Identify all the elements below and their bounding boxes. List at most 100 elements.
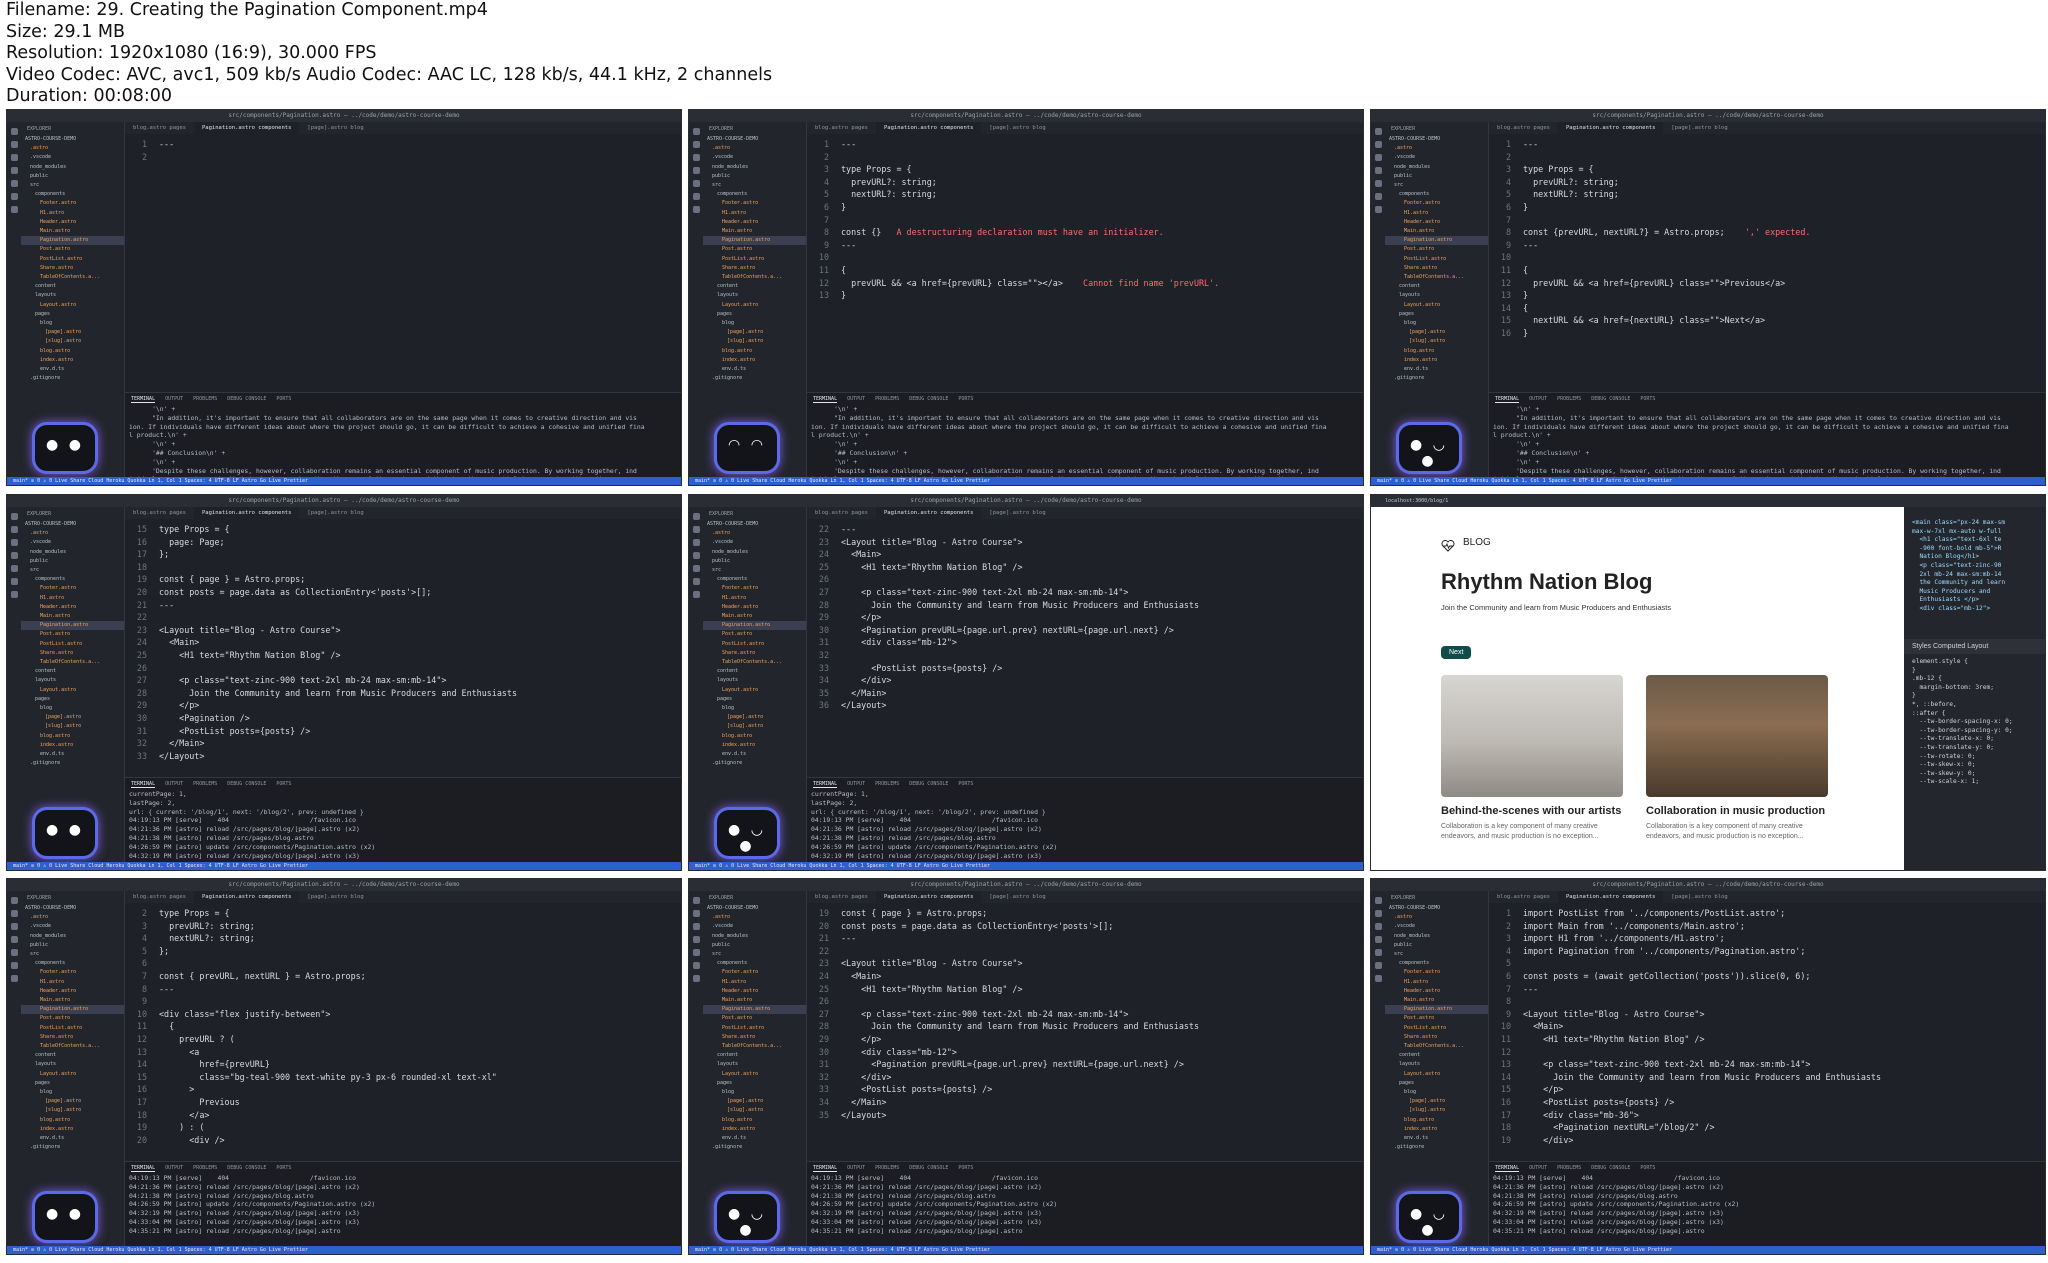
panel-tab[interactable]: OUTPUT [165, 396, 183, 402]
explorer-item[interactable]: Main.astro [1385, 996, 1488, 1005]
explorer-item[interactable]: TableOfContents.a... [21, 273, 124, 282]
code-line[interactable]: 18 [125, 561, 681, 574]
explorer-item[interactable]: ASTRO-COURSE-DEMO [1385, 135, 1488, 144]
panel-tab[interactable]: DEBUG CONSOLE [227, 396, 266, 402]
explorer-item[interactable]: Layout.astro [703, 1070, 806, 1079]
code-line[interactable]: 13} [807, 289, 1363, 302]
explorer-item[interactable]: src [1385, 950, 1488, 959]
code-line[interactable]: 31 <PostList posts={posts} /> [125, 725, 681, 738]
search-icon[interactable] [1374, 910, 1382, 917]
panel-tab[interactable]: PORTS [958, 781, 973, 787]
panel-tab[interactable]: PROBLEMS [875, 781, 899, 787]
code-line[interactable]: 17 Previous [125, 1096, 681, 1109]
explorer-item[interactable]: [slug].astro [1385, 337, 1488, 346]
testing-icon[interactable] [10, 975, 18, 982]
explorer-item[interactable]: Post.astro [21, 630, 124, 639]
remote-icon[interactable] [692, 193, 700, 200]
explorer-item[interactable]: index.astro [703, 1125, 806, 1134]
code-line[interactable]: 6} [807, 201, 1363, 214]
panel-tab[interactable]: OUTPUT [847, 396, 865, 402]
explorer-item[interactable]: Layout.astro [703, 301, 806, 310]
explorer-item[interactable]: pages [21, 1079, 124, 1088]
code-line[interactable]: 2 [1489, 151, 2045, 164]
explorer-item[interactable]: Header.astro [703, 218, 806, 227]
code-line[interactable]: 4 prevURL?: string; [807, 176, 1363, 189]
explorer-item[interactable]: layouts [703, 1060, 806, 1069]
explorer-item[interactable]: [slug].astro [703, 1106, 806, 1115]
explorer-item[interactable]: .astro [703, 144, 806, 153]
code-line[interactable]: 33 <PostList posts={posts} /> [807, 662, 1363, 675]
code-line[interactable]: 10 <div class="flex justify-between"> [125, 1008, 681, 1021]
explorer-item[interactable]: [page].astro [1385, 1097, 1488, 1106]
code-line[interactable]: 29 </p> [807, 611, 1363, 624]
code-line[interactable]: 33 </Layout> [125, 750, 681, 763]
explorer-item[interactable]: public [21, 172, 124, 181]
code-line[interactable]: 24 <Main> [807, 970, 1363, 983]
panel-tab[interactable]: PORTS [958, 396, 973, 402]
code-line[interactable]: 27 <p class="text-zinc-900 text-2xl mb-2… [125, 674, 681, 687]
explorer-item[interactable]: src [703, 566, 806, 575]
explorer-item[interactable]: .astro [703, 913, 806, 922]
explorer-item[interactable]: Layout.astro [21, 686, 124, 695]
explorer-item[interactable]: Header.astro [1385, 987, 1488, 996]
explorer-item[interactable]: node_modules [1385, 163, 1488, 172]
code-line[interactable]: 16} [1489, 327, 2045, 340]
extensions-icon[interactable] [1374, 949, 1382, 956]
explorer-item[interactable]: .astro [1385, 144, 1488, 153]
editor-tab[interactable]: [page].astro blog [1663, 125, 1735, 131]
explorer-item[interactable]: ASTRO-COURSE-DEMO [21, 904, 124, 913]
explorer-item[interactable]: blog [703, 1088, 806, 1097]
code-line[interactable]: 33 <PostList posts={posts} /> [807, 1083, 1363, 1096]
code-line[interactable]: 15 type Props = { [125, 523, 681, 536]
explorer-item[interactable]: layouts [21, 291, 124, 300]
code-line[interactable]: 2 [125, 151, 681, 164]
run-debug-icon[interactable] [10, 552, 18, 559]
dom-node-line[interactable]: <p class="text-zinc-90 [1904, 562, 2045, 571]
extensions-icon[interactable] [1374, 180, 1382, 187]
code-line[interactable]: 19 ) : ( [125, 1121, 681, 1134]
explorer-item[interactable]: [slug].astro [703, 722, 806, 731]
code-line[interactable]: 30 <Pagination /> [125, 712, 681, 725]
explorer-item[interactable]: Footer.astro [21, 199, 124, 208]
editor-tab[interactable]: blog.astro pages [125, 510, 194, 516]
blog-nav-label[interactable]: BLOG [1463, 537, 1491, 548]
editor-tab[interactable]: blog.astro pages [807, 894, 876, 900]
explorer-item[interactable]: public [21, 941, 124, 950]
explorer-item[interactable]: PostList.astro [21, 640, 124, 649]
code-line[interactable]: 31 <Pagination prevURL={page.url.prev} n… [807, 1058, 1363, 1071]
panel-tab[interactable]: TERMINAL [131, 396, 156, 403]
code-line[interactable]: 28 Join the Community and learn from Mus… [807, 599, 1363, 612]
dom-node-line[interactable]: Music Producers and [1904, 588, 2045, 597]
explorer-item[interactable]: Footer.astro [21, 584, 124, 593]
styles-tabs[interactable]: Styles Computed Layout [1904, 639, 2045, 654]
post-card[interactable]: Behind-the-scenes with our artists Collab… [1441, 675, 1623, 842]
explorer-item[interactable]: content [21, 667, 124, 676]
code-line[interactable]: 7 --- [1489, 983, 2045, 996]
code-line[interactable]: 15 class="bg-teal-900 text-white py-3 px… [125, 1071, 681, 1084]
explorer-item[interactable]: index.astro [703, 741, 806, 750]
explorer-item[interactable]: H1.astro [1385, 978, 1488, 987]
code-line[interactable]: 28 Join the Community and learn from Mus… [125, 687, 681, 700]
explorer-item[interactable]: index.astro [703, 356, 806, 365]
explorer-item[interactable]: .vscode [21, 153, 124, 162]
explorer-item[interactable]: components [21, 575, 124, 584]
explorer-item[interactable]: PostList.astro [1385, 1024, 1488, 1033]
source-control-icon[interactable] [692, 154, 700, 161]
explorer-item[interactable]: [slug].astro [21, 337, 124, 346]
code-line[interactable]: 5}; [125, 945, 681, 958]
explorer-item[interactable]: TableOfContents.a... [703, 658, 806, 667]
explorer-item[interactable]: blog.astro [21, 732, 124, 741]
explorer-item[interactable]: Post.astro [1385, 1014, 1488, 1023]
explorer-item[interactable]: blog.astro [21, 347, 124, 356]
dom-node-line[interactable]: <h1 class="text-6xl te [1904, 536, 2045, 545]
code-line[interactable]: 13 <p class="text-zinc-900 text-2xl mb-2… [1489, 1058, 2045, 1071]
code-line[interactable]: 14 Join the Community and learn from Mus… [1489, 1071, 2045, 1084]
code-line[interactable]: 25 <H1 text="Rhythm Nation Blog" /> [125, 649, 681, 662]
explorer-item[interactable]: blog [21, 319, 124, 328]
explorer-item[interactable]: Pagination.astro [703, 621, 806, 631]
remote-icon[interactable] [1374, 962, 1382, 969]
code-editor[interactable]: 22 --- 23 <Layout title="Blog - Astro Cours… [807, 519, 1363, 777]
explorer-item[interactable]: PostList.astro [703, 1024, 806, 1033]
explorer-item[interactable]: Header.astro [703, 603, 806, 612]
explorer-item[interactable]: TableOfContents.a... [21, 658, 124, 667]
